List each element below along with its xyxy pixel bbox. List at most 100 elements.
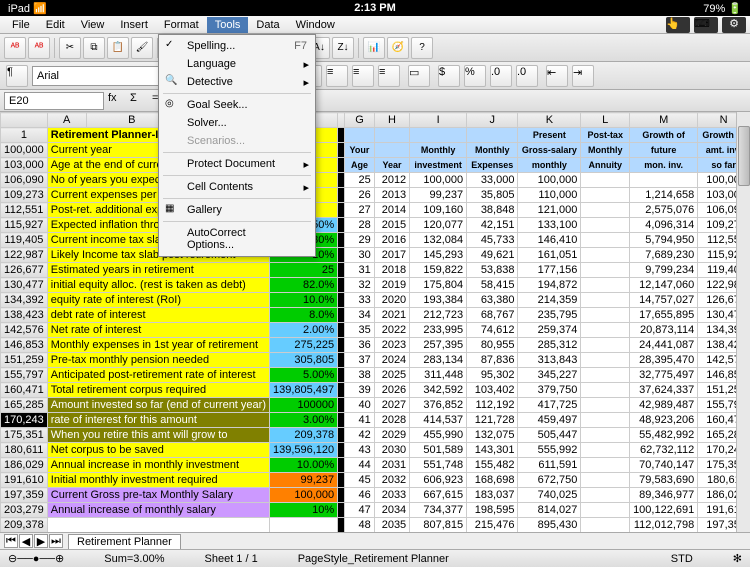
- data-cell[interactable]: 2027: [374, 398, 409, 413]
- data-cell[interactable]: 2026: [374, 383, 409, 398]
- row-header[interactable]: 126,677: [1, 263, 48, 278]
- data-cell[interactable]: 4,096,314: [630, 218, 698, 233]
- data-cell[interactable]: 313,843: [518, 353, 581, 368]
- value-cell[interactable]: 8.0%: [269, 308, 337, 323]
- align-right-icon[interactable]: ≡: [352, 65, 374, 87]
- data-cell[interactable]: 89,346,977: [630, 488, 698, 503]
- function-wizard-icon[interactable]: fx: [108, 92, 126, 110]
- data-cell[interactable]: Year: [374, 158, 409, 173]
- menuitem-autocorrect-options-[interactable]: AutoCorrect Options...: [159, 224, 315, 254]
- data-cell[interactable]: [581, 323, 630, 338]
- data-cell[interactable]: 259,374: [518, 323, 581, 338]
- data-cell[interactable]: 79,583,690: [630, 473, 698, 488]
- data-cell[interactable]: [581, 263, 630, 278]
- col-header[interactable]: G: [345, 113, 375, 128]
- data-cell[interactable]: 30: [345, 248, 375, 263]
- data-cell[interactable]: 26: [345, 188, 375, 203]
- data-cell[interactable]: 2022: [374, 323, 409, 338]
- desc-cell[interactable]: Anticipated post-retirement rate of inte…: [47, 368, 269, 383]
- col-header[interactable]: I: [410, 113, 467, 128]
- data-cell[interactable]: 33,000: [467, 173, 518, 188]
- data-cell[interactable]: [581, 488, 630, 503]
- desc-cell[interactable]: Pre-tax monthly pension needed: [47, 353, 269, 368]
- data-cell[interactable]: 2021: [374, 308, 409, 323]
- data-cell[interactable]: 34: [345, 308, 375, 323]
- data-cell[interactable]: 257,395: [410, 338, 467, 353]
- data-cell[interactable]: 49,621: [467, 248, 518, 263]
- row-header[interactable]: 106,090: [1, 173, 48, 188]
- spreadsheet-grid[interactable]: ABCDGHIJKLMN1Retirement Planner-IPresent…: [0, 112, 750, 532]
- data-cell[interactable]: 895,430: [518, 518, 581, 533]
- data-cell[interactable]: 47: [345, 503, 375, 518]
- data-cell[interactable]: 43: [345, 443, 375, 458]
- data-cell[interactable]: 2031: [374, 458, 409, 473]
- data-cell[interactable]: 99,237: [410, 188, 467, 203]
- data-cell[interactable]: 2016: [374, 233, 409, 248]
- menu-file[interactable]: File: [4, 17, 38, 33]
- menuitem-language[interactable]: Language▸: [159, 55, 315, 73]
- data-cell[interactable]: 667,615: [410, 488, 467, 503]
- desc-cell[interactable]: Net corpus to be saved: [47, 443, 269, 458]
- data-cell[interactable]: 2017: [374, 248, 409, 263]
- data-cell[interactable]: 311,448: [410, 368, 467, 383]
- data-cell[interactable]: 501,589: [410, 443, 467, 458]
- keyboard-icon[interactable]: ⌨: [694, 17, 718, 33]
- data-cell[interactable]: 103,402: [467, 383, 518, 398]
- value-cell[interactable]: 82.0%: [269, 278, 337, 293]
- data-cell[interactable]: [630, 173, 698, 188]
- data-cell[interactable]: investment: [410, 158, 467, 173]
- data-cell[interactable]: 33: [345, 293, 375, 308]
- sort-desc-icon[interactable]: Z↓: [332, 37, 354, 59]
- menuitem-spelling-[interactable]: ✓Spelling...F7: [159, 37, 315, 55]
- data-cell[interactable]: 38: [345, 368, 375, 383]
- data-cell[interactable]: 35: [345, 323, 375, 338]
- menu-data[interactable]: Data: [248, 17, 287, 33]
- data-cell[interactable]: 42,151: [467, 218, 518, 233]
- row-header[interactable]: 130,477: [1, 278, 48, 293]
- data-cell[interactable]: 145,293: [410, 248, 467, 263]
- row-header[interactable]: 197,359: [1, 488, 48, 503]
- data-cell[interactable]: 100,122,691: [630, 503, 698, 518]
- data-cell[interactable]: 42,989,487: [630, 398, 698, 413]
- data-cell[interactable]: [581, 458, 630, 473]
- sheet-tab[interactable]: Retirement Planner: [68, 534, 181, 549]
- row-header[interactable]: 138,423: [1, 308, 48, 323]
- data-cell[interactable]: 285,312: [518, 338, 581, 353]
- col-header[interactable]: J: [467, 113, 518, 128]
- data-cell[interactable]: 32,775,497: [630, 368, 698, 383]
- data-cell[interactable]: 62,732,112: [630, 443, 698, 458]
- data-cell[interactable]: 48,923,206: [630, 413, 698, 428]
- data-cell[interactable]: 28,395,470: [630, 353, 698, 368]
- desc-cell[interactable]: rate of interest for this amount: [47, 413, 269, 428]
- row-header[interactable]: 103,000: [1, 158, 48, 173]
- row-header[interactable]: 155,797: [1, 368, 48, 383]
- increase-indent-icon[interactable]: ⇥: [572, 65, 594, 87]
- data-cell[interactable]: 168,698: [467, 473, 518, 488]
- merge-cells-icon[interactable]: ▭: [408, 65, 430, 87]
- row-header[interactable]: 142,576: [1, 323, 48, 338]
- data-cell[interactable]: [581, 308, 630, 323]
- vertical-scrollbar[interactable]: [736, 112, 750, 532]
- data-cell[interactable]: [581, 233, 630, 248]
- data-cell[interactable]: 40: [345, 398, 375, 413]
- data-cell[interactable]: [581, 503, 630, 518]
- row-header[interactable]: 112,551: [1, 203, 48, 218]
- font-name-combo[interactable]: [32, 66, 172, 86]
- data-cell[interactable]: 12,147,060: [630, 278, 698, 293]
- row-header[interactable]: 100,000: [1, 143, 48, 158]
- data-cell[interactable]: 46: [345, 488, 375, 503]
- data-cell[interactable]: 342,592: [410, 383, 467, 398]
- desc-cell[interactable]: Estimated years in retirement: [47, 263, 269, 278]
- data-cell[interactable]: 58,415: [467, 278, 518, 293]
- format-paint-icon[interactable]: 🖌: [131, 37, 153, 59]
- row-header[interactable]: 151,259: [1, 353, 48, 368]
- menu-window[interactable]: Window: [288, 17, 343, 33]
- menuitem-goal-seek-[interactable]: ◎Goal Seek...: [159, 96, 315, 114]
- data-cell[interactable]: [581, 368, 630, 383]
- value-cell[interactable]: 10.00%: [269, 458, 337, 473]
- data-cell[interactable]: [581, 218, 630, 233]
- col-header[interactable]: H: [374, 113, 409, 128]
- col-header[interactable]: [1, 113, 48, 128]
- data-cell[interactable]: 41: [345, 413, 375, 428]
- cell-reference-input[interactable]: [4, 92, 104, 110]
